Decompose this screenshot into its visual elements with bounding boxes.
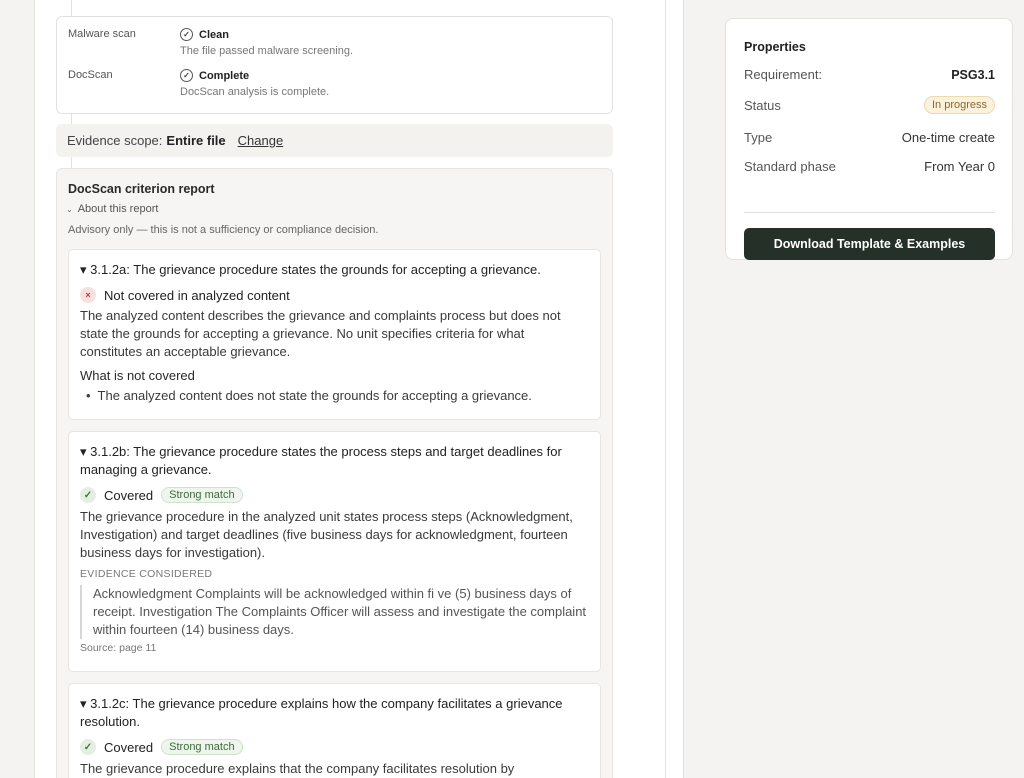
- docscan-label: DocScan: [68, 69, 113, 81]
- report-title: DocScan criterion report: [68, 182, 215, 196]
- criterion-status: Not covered in analyzed content: [104, 287, 290, 303]
- scan-status-card: Malware scan ✓ Clean The file passed mal…: [56, 16, 613, 114]
- type-row: Type One-time create: [744, 130, 995, 145]
- status-badge: In progress: [923, 96, 995, 114]
- evidence-scope-bar: Evidence scope: Entire file Change: [56, 124, 613, 157]
- evidence-scope-value: Entire file: [166, 133, 226, 148]
- match-badge: Strong match: [161, 739, 243, 755]
- properties-title: Properties: [744, 40, 806, 54]
- about-report-label: About this report: [77, 203, 159, 215]
- match-badge: Strong match: [161, 487, 243, 503]
- requirement-value: PSG3.1: [951, 67, 995, 82]
- evidence-label: EVIDENCE CONSIDERED: [80, 568, 213, 580]
- requirement-row: Requirement: PSG3.1: [744, 67, 995, 82]
- status-label: Status: [744, 97, 781, 113]
- criterion-card: ▾ 3.1.2a: The grievance procedure states…: [68, 249, 601, 420]
- requirement-label: Requirement:: [744, 67, 823, 82]
- about-report-toggle[interactable]: ⌄ About this report: [66, 203, 158, 215]
- criterion-report: DocScan criterion report ⌄ About this re…: [56, 168, 613, 778]
- type-value: One-time create: [901, 130, 995, 145]
- docscan-status: Complete: [199, 69, 250, 82]
- change-scope-link[interactable]: Change: [238, 133, 284, 148]
- phase-row: Standard phase From Year 0: [744, 159, 995, 174]
- properties-divider: [744, 212, 995, 213]
- check-circle-icon: ✓: [180, 28, 193, 41]
- phase-value: From Year 0: [924, 159, 995, 174]
- criterion-title[interactable]: ▾ 3.1.2a: The grievance procedure states…: [80, 261, 589, 279]
- download-template-button[interactable]: Download Template & Examples: [744, 228, 995, 260]
- x-icon: ×: [80, 287, 96, 303]
- advisory-note: Advisory only — this is not a sufficienc…: [68, 224, 379, 236]
- criterion-card: ▾ 3.1.2b: The grievance procedure states…: [68, 431, 601, 672]
- criterion-title[interactable]: ▾ 3.1.2b: The grievance procedure states…: [80, 443, 589, 479]
- evidence-source: Source: page 11: [80, 642, 157, 654]
- criterion-card: ▾ 3.1.2c: The grievance procedure explai…: [68, 683, 601, 778]
- criterion-title[interactable]: ▾ 3.1.2c: The grievance procedure explai…: [80, 695, 589, 731]
- evidence-scope-label: Evidence scope:: [67, 133, 163, 148]
- criterion-status: Covered: [104, 487, 154, 503]
- properties-panel: Properties Requirement: PSG3.1 Status In…: [725, 18, 1013, 260]
- docscan-description: DocScan analysis is complete.: [180, 86, 330, 98]
- criterion-status: Covered: [104, 739, 154, 755]
- check-icon: ✓: [80, 739, 96, 755]
- not-covered-heading: What is not covered: [80, 368, 195, 383]
- criterion-body: The grievance procedure in the analyzed …: [80, 509, 573, 560]
- not-covered-item: • The analyzed content does not state th…: [86, 388, 532, 403]
- phase-label: Standard phase: [744, 159, 836, 174]
- criterion-body: The analyzed content describes the griev…: [80, 308, 561, 359]
- evidence-quote: Acknowledgment Complaints will be acknow…: [80, 585, 589, 639]
- malware-scan-label: Malware scan: [68, 28, 136, 40]
- type-label: Type: [744, 130, 773, 145]
- status-row: Status In progress: [744, 96, 995, 114]
- malware-scan-description: The file passed malware screening.: [180, 45, 354, 57]
- check-icon: ✓: [80, 487, 96, 503]
- check-circle-icon: ✓: [180, 69, 193, 82]
- chevron-down-icon: ⌄: [66, 204, 73, 214]
- criterion-body: The grievance procedure explains that th…: [80, 761, 515, 776]
- column-divider-right: [665, 0, 666, 778]
- malware-scan-status: Clean: [199, 28, 229, 41]
